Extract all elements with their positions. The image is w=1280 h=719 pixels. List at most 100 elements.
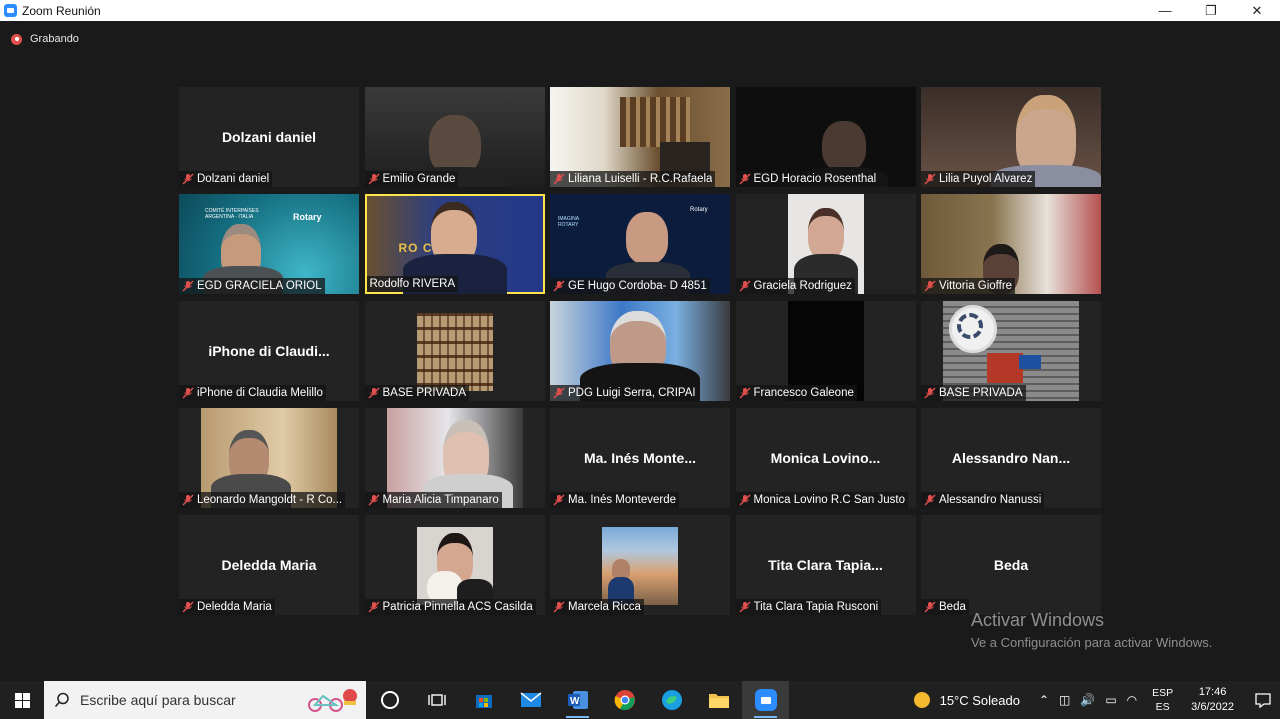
participant-tile[interactable]: BASE PRIVADA xyxy=(921,301,1101,401)
close-button[interactable]: ✕ xyxy=(1234,0,1280,21)
keyboard-code: ES xyxy=(1155,701,1170,713)
participant-tile[interactable]: Liliana Luiselli - R.C.Rafaela xyxy=(550,87,730,187)
participant-name: Graciela Rodriguez xyxy=(753,280,852,292)
participant-display-name: Deledda Maria xyxy=(221,557,317,573)
participant-tile[interactable]: PDG Luigi Serra, CRIPAI xyxy=(550,301,730,401)
taskbar-edge[interactable] xyxy=(648,681,695,719)
participant-tile[interactable]: Patricia Pinnella ACS Casilda xyxy=(364,515,545,615)
participant-namebar: Patricia Pinnella ACS Casilda xyxy=(364,599,536,615)
participant-namebar: iPhone di Claudia Melillo xyxy=(179,385,326,401)
participant-namebar: Alessandro Nanussi xyxy=(921,492,1045,508)
edge-icon xyxy=(661,690,682,710)
participant-tile[interactable]: Francesco Galeone xyxy=(735,301,916,401)
participant-tile[interactable]: Deledda Maria Deledda Maria xyxy=(179,515,359,615)
muted-mic-icon xyxy=(182,387,194,399)
search-placeholder: Escribe aquí para buscar xyxy=(80,692,236,708)
maximize-button[interactable]: ❐ xyxy=(1188,0,1234,21)
participant-name: Patricia Pinnella ACS Casilda xyxy=(382,601,533,613)
participant-name: Rodolfo RIVERA xyxy=(369,278,456,290)
taskbar-explorer[interactable] xyxy=(695,681,742,719)
participant-video xyxy=(416,313,493,391)
participant-tile-active-speaker[interactable]: RO CLUB Rodolfo RIVERA xyxy=(364,194,545,294)
word-icon: W xyxy=(567,691,588,709)
language-code: ESP xyxy=(1152,687,1174,699)
chevron-up-icon[interactable]: ⌃ xyxy=(1039,693,1049,707)
participant-tile[interactable]: Leonardo Mangoldt - R Co... xyxy=(179,408,359,508)
muted-mic-icon xyxy=(924,494,936,506)
muted-mic-icon xyxy=(924,387,936,399)
folder-icon xyxy=(708,694,729,708)
muted-mic-icon xyxy=(739,280,751,292)
participant-video xyxy=(602,527,678,605)
taskbar-mail[interactable] xyxy=(507,681,554,719)
participant-tile[interactable]: Tita Clara Tapia... Tita Clara Tapia Rus… xyxy=(735,515,916,615)
video-text: COMITÉ INTERPAÍSES ARGENTINA - ITALIA xyxy=(205,208,259,220)
participant-display-name: Beda xyxy=(993,557,1029,573)
participant-namebar: Liliana Luiselli - R.C.Rafaela xyxy=(550,171,716,187)
video-text: Rotary xyxy=(293,212,322,222)
participant-namebar: Monica Lovino R.C San Justo xyxy=(735,492,908,508)
participant-tile[interactable]: Alessandro Nan... Alessandro Nanussi xyxy=(921,408,1101,508)
muted-mic-icon xyxy=(553,173,565,185)
participant-display-name: Ma. Inés Monte... xyxy=(583,450,696,466)
notification-button[interactable] xyxy=(1246,692,1280,708)
participant-tile[interactable]: COMITÉ INTERPAÍSES ARGENTINA - ITALIA Ro… xyxy=(179,194,359,294)
participant-tile[interactable]: Lilia Puyol Alvarez xyxy=(921,87,1101,187)
participant-namebar: Leonardo Mangoldt - R Co... xyxy=(179,492,346,508)
taskbar-store[interactable] xyxy=(460,681,507,719)
weather-widget[interactable]: 15°C Soleado xyxy=(913,692,1020,708)
recording-indicator[interactable]: Grabando xyxy=(11,33,79,45)
participant-name: BASE PRIVADA xyxy=(939,387,1023,399)
participant-tile[interactable]: Beda Beda xyxy=(921,515,1101,615)
svg-text:W: W xyxy=(570,696,580,707)
participant-name: EGD Horacio Rosenthal xyxy=(753,173,877,185)
battery-icon[interactable]: ▭ xyxy=(1105,693,1116,707)
muted-mic-icon xyxy=(739,387,751,399)
participant-tile[interactable]: EGD Horacio Rosenthal xyxy=(735,87,916,187)
input-language[interactable]: ESP ES xyxy=(1152,686,1173,714)
task-view-button[interactable] xyxy=(413,681,460,719)
taskbar-chrome[interactable] xyxy=(601,681,648,719)
participant-name: Marcela Ricca xyxy=(568,601,641,613)
participant-namebar: PDG Luigi Serra, CRIPAI xyxy=(550,385,699,401)
participant-tile[interactable]: Graciela Rodriguez xyxy=(735,194,916,294)
taskbar-word[interactable]: W xyxy=(554,681,601,719)
participant-name: Ma. Inés Monteverde xyxy=(568,494,677,506)
participant-name: iPhone di Claudia Melillo xyxy=(197,387,323,399)
window-titlebar: Zoom Reunión — ❐ ✕ xyxy=(0,0,1280,21)
gallery-view: Dolzani daniel Dolzani daniel Emilio Gra… xyxy=(179,87,1101,615)
participant-tile[interactable]: Maria Alicia Timpanaro xyxy=(364,408,545,508)
participant-name: Monica Lovino R.C San Justo xyxy=(753,494,906,506)
taskbar-search[interactable]: Escribe aquí para buscar xyxy=(44,681,366,719)
bicycle-illustration-icon xyxy=(306,687,358,713)
participant-namebar: Emilio Grande xyxy=(364,171,459,187)
system-tray: 15°C Soleado ⌃ ◫ 🔊 ▭ ◠ ESP ES 17:46 3/6/… xyxy=(913,681,1280,719)
zoom-logo-icon xyxy=(4,4,17,17)
participant-tile[interactable]: Ma. Inés Monte... Ma. Inés Monteverde xyxy=(550,408,730,508)
activation-subtitle: Ve a Configuración para activar Windows. xyxy=(971,635,1213,650)
participant-name: EGD GRACIELA ORIOL xyxy=(197,280,322,292)
chrome-icon xyxy=(614,690,635,711)
participant-tile[interactable]: Vittoria Gioffre xyxy=(921,194,1101,294)
clock-date: 3/6/2022 xyxy=(1191,701,1234,713)
participant-tile[interactable]: BASE PRIVADA xyxy=(364,301,545,401)
taskbar-zoom[interactable] xyxy=(742,681,789,719)
wifi-icon[interactable]: ◠ xyxy=(1127,693,1137,707)
minimize-button[interactable]: — xyxy=(1142,0,1188,21)
participant-tile[interactable]: Marcela Ricca xyxy=(550,515,730,615)
participant-tile[interactable]: IMAGINA ROTARY Rotary GE Hugo Cordoba- D… xyxy=(550,194,730,294)
participant-display-name: Dolzani daniel xyxy=(221,129,317,145)
participant-name: GE Hugo Cordoba- D 4851 xyxy=(568,280,707,292)
participant-tile[interactable]: iPhone di Claudi... iPhone di Claudia Me… xyxy=(179,301,359,401)
participant-tile[interactable]: Dolzani daniel Dolzani daniel xyxy=(179,87,359,187)
participant-tile[interactable]: Monica Lovino... Monica Lovino R.C San J… xyxy=(735,408,916,508)
meet-now-icon[interactable]: ◫ xyxy=(1059,693,1070,707)
participant-namebar: Beda xyxy=(921,599,969,615)
participant-display-name: Alessandro Nan... xyxy=(951,450,1071,466)
participant-display-name: Monica Lovino... xyxy=(770,450,881,466)
participant-tile[interactable]: Emilio Grande xyxy=(364,87,545,187)
cortana-button[interactable] xyxy=(366,681,413,719)
volume-icon[interactable]: 🔊 xyxy=(1080,693,1095,707)
start-button[interactable] xyxy=(0,681,44,719)
clock[interactable]: 17:46 3/6/2022 xyxy=(1191,685,1234,715)
